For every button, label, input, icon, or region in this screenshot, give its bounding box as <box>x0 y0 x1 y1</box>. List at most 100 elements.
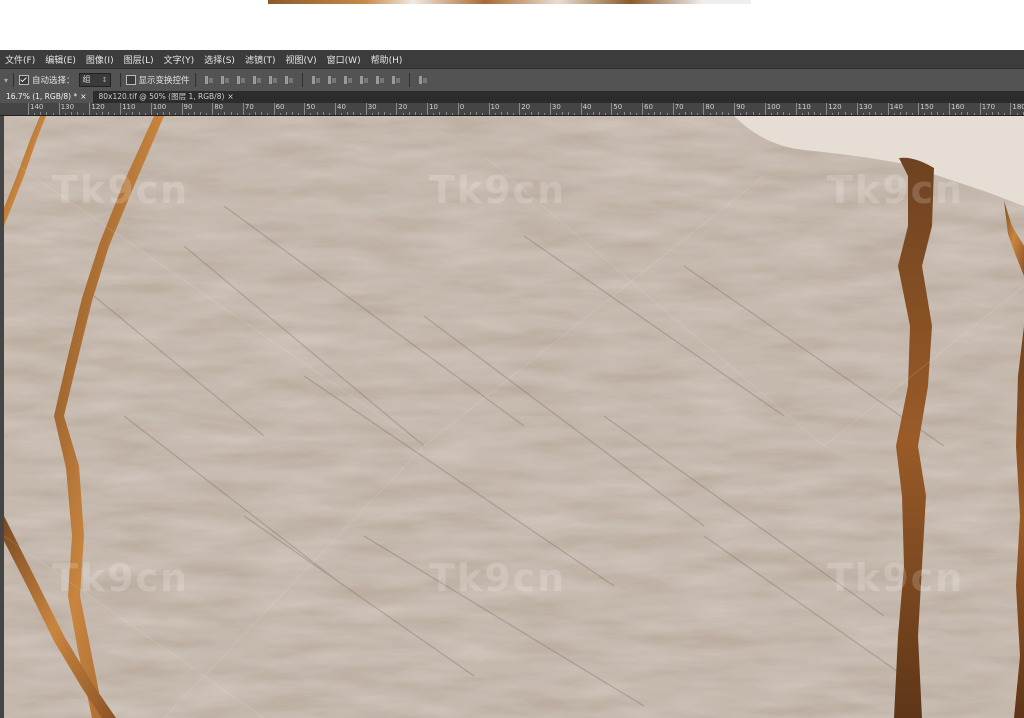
ruler-minor-tick <box>813 112 815 115</box>
ruler-minor-tick <box>236 113 238 115</box>
ruler-minor-tick <box>218 113 220 115</box>
close-icon[interactable]: × <box>227 92 233 101</box>
ruler-minor-tick <box>384 112 386 115</box>
ruler-tick <box>1010 103 1012 115</box>
ruler-minor-tick <box>599 112 601 115</box>
ruler-minor-tick <box>838 112 840 115</box>
ruler-minor-tick <box>875 112 877 115</box>
ruler-tick-label: 160 <box>951 103 965 111</box>
ruler-tick <box>611 103 613 115</box>
ruler-tick-label: 150 <box>920 103 934 111</box>
menu-view[interactable]: 视图(V) <box>280 53 321 66</box>
menu-image[interactable]: 图像(I) <box>81 53 119 66</box>
ruler-minor-tick <box>586 113 588 115</box>
ruler-minor-tick <box>52 113 54 115</box>
watermark: Tk9cn <box>827 556 965 600</box>
ruler-tick <box>764 103 766 115</box>
document-tab-label: 80x120.tif @ 50% (图层 1, RGB/8) <box>98 92 225 101</box>
distribute-hcenter-icon[interactable] <box>375 75 385 85</box>
ruler-tick-label: 40 <box>337 103 346 111</box>
ruler-tick <box>887 103 889 115</box>
ruler-minor-tick <box>433 113 435 115</box>
ruler-tick-label: 40 <box>582 103 592 111</box>
ruler-minor-tick <box>562 112 564 115</box>
ruler-tick-label: 110 <box>122 103 136 111</box>
ruler-minor-tick <box>494 113 496 115</box>
menu-layer[interactable]: 图层(L) <box>119 53 159 66</box>
menu-edit[interactable]: 编辑(E) <box>40 53 81 66</box>
auto-select-checkbox[interactable] <box>19 75 30 85</box>
ruler-tick <box>734 103 736 115</box>
distribute-right-icon[interactable] <box>391 75 401 85</box>
ruler-tick <box>703 103 705 115</box>
document-canvas[interactable]: Tk9cn Tk9cn Tk9cn Tk9cn Tk9cn Tk9cn <box>4 116 1024 718</box>
ruler-tick-label: 100 <box>152 103 167 111</box>
ruler-tick <box>949 103 950 115</box>
ruler-minor-tick <box>863 113 865 115</box>
ruler-minor-tick <box>777 112 779 115</box>
ruler-minor-tick <box>298 113 300 115</box>
ruler-tick-label: 80 <box>705 103 715 111</box>
ruler-tick-label: 170 <box>981 103 996 111</box>
menu-help[interactable]: 帮助(H) <box>366 53 408 66</box>
watermark: Tk9cn <box>429 168 567 212</box>
align-bottom-icon[interactable] <box>236 75 246 85</box>
show-transform-checkbox[interactable] <box>125 75 136 85</box>
distribute-left-icon[interactable] <box>359 75 369 85</box>
distribute-bottom-icon[interactable] <box>343 75 353 85</box>
align-top-icon[interactable] <box>204 75 214 85</box>
ruler-minor-tick <box>408 112 410 115</box>
ruler-minor-tick <box>678 113 680 115</box>
ruler-minor-tick <box>341 113 343 115</box>
ruler-minor-tick <box>451 113 453 115</box>
ruler-tick-label: 30 <box>551 103 561 111</box>
ruler-minor-tick <box>727 113 729 115</box>
distribute-vcenter-icon[interactable] <box>327 75 337 85</box>
auto-select-label: 自动选择： <box>32 76 75 86</box>
ruler-tick-label: 70 <box>674 103 684 111</box>
ruler-tick-label: 140 <box>30 103 44 111</box>
ruler-minor-tick <box>998 112 1000 115</box>
ruler-minor-tick <box>224 112 226 115</box>
ruler-minor-tick <box>955 113 957 115</box>
distribute-top-icon[interactable] <box>311 75 321 85</box>
ruler-minor-tick <box>654 112 656 115</box>
ruler-tick-label: 20 <box>398 103 408 111</box>
ruler-minor-tick <box>623 112 625 115</box>
menu-type[interactable]: 文字(Y) <box>159 53 200 66</box>
ruler-minor-tick <box>64 113 66 115</box>
divider <box>301 73 303 87</box>
ruler-minor-tick <box>899 112 901 115</box>
align-right-icon[interactable] <box>284 75 294 85</box>
document-tab-label: 16.7% (1, RGB/8) * <box>6 92 78 101</box>
align-vcenter-icon[interactable] <box>220 75 230 85</box>
menu-filter[interactable]: 滤镜(T) <box>240 53 281 66</box>
ruler-tick <box>242 103 244 115</box>
ruler-minor-tick <box>40 112 42 115</box>
menu-file[interactable]: 文件(F) <box>0 53 40 66</box>
ruler-minor-tick <box>83 113 85 115</box>
document-tab-active[interactable]: 16.7% (1, RGB/8) * × <box>0 91 93 103</box>
ruler-minor-tick <box>187 113 189 115</box>
ruler-minor-tick <box>715 112 717 115</box>
ruler-minor-tick <box>936 112 938 115</box>
menu-select[interactable]: 选择(S) <box>199 53 240 66</box>
auto-align-layers-icon[interactable] <box>418 75 428 85</box>
ruler-minor-tick <box>820 113 822 115</box>
ruler-minor-tick <box>322 112 324 115</box>
ruler-minor-tick <box>249 113 251 115</box>
align-left-icon[interactable] <box>252 75 262 85</box>
ruler-minor-tick <box>506 112 508 115</box>
ruler-tick <box>580 103 582 115</box>
ruler-tick <box>396 103 398 115</box>
tool-preset-chevron-icon[interactable]: ▾ <box>4 76 8 85</box>
document-tab[interactable]: 80x120.tif @ 50% (图层 1, RGB/8) × <box>93 91 240 103</box>
menu-window[interactable]: 窗口(W) <box>322 53 366 66</box>
ruler-tick-label: 80 <box>214 103 224 111</box>
ruler-minor-tick <box>463 113 465 115</box>
close-icon[interactable]: × <box>80 92 86 101</box>
ruler-minor-tick <box>758 113 760 115</box>
align-hcenter-icon[interactable] <box>268 75 278 85</box>
auto-select-dropdown[interactable]: 组 <box>78 73 111 87</box>
ruler-minor-tick <box>844 112 846 115</box>
